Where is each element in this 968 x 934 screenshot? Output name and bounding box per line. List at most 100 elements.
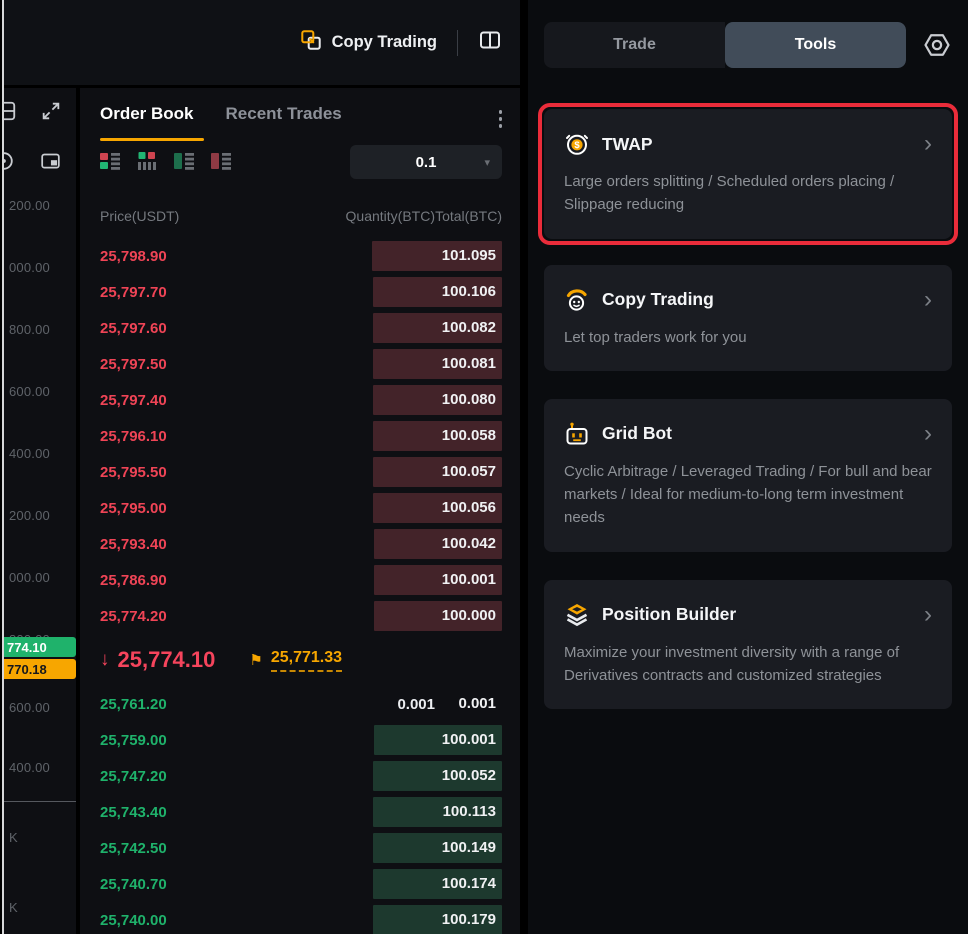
orderbook-bids: 25,761.200.0010.00125,759.00100.000100.0…	[80, 686, 520, 934]
total-value: 100.080	[442, 385, 496, 415]
bid-row[interactable]: 25,740.000.005100.179	[80, 902, 520, 934]
ask-row[interactable]: 25,797.600.001100.082	[80, 310, 520, 346]
tool-card-header: $TWAP›	[564, 131, 932, 157]
chevron-right-icon: ›	[924, 422, 932, 446]
bid-row[interactable]: 25,761.200.0010.001	[80, 686, 520, 722]
topbar-divider	[457, 30, 458, 56]
total-cell: 100.080	[372, 385, 502, 415]
ask-row[interactable]: 25,793.400.041100.042	[80, 526, 520, 562]
total-cell: 100.179	[372, 905, 502, 934]
price-axis-label: 200.00	[9, 198, 50, 213]
tool-card-title: Grid Bot	[602, 423, 672, 444]
combined-book-icon[interactable]	[100, 152, 120, 175]
tab-tools[interactable]: Tools	[725, 22, 906, 68]
volume-axis-label: K	[9, 900, 18, 915]
expand-icon[interactable]	[40, 100, 62, 127]
bid-row[interactable]: 25,740.700.025100.174	[80, 866, 520, 902]
tool-card-grid-bot[interactable]: Grid Bot › Cyclic Arbitrage / Leveraged Tr…	[544, 399, 952, 552]
orderbook-layout-icon[interactable]	[478, 28, 502, 57]
total-cell: 100.081	[372, 349, 502, 379]
total-cell: 101.095	[372, 241, 502, 271]
tool-card-header: Position Builder ›	[564, 602, 932, 628]
last-price-tag: 774.10	[4, 637, 76, 657]
ask-row[interactable]: 25,797.400.022100.080	[80, 382, 520, 418]
chevron-right-icon: ›	[924, 603, 932, 627]
ask-row[interactable]: 25,786.900.001100.001	[80, 562, 520, 598]
grid-bot-icon	[564, 421, 590, 447]
twap-clock-icon: $	[564, 131, 590, 157]
total-value: 100.082	[442, 313, 496, 343]
total-cell: 100.174	[372, 869, 502, 899]
ask-row[interactable]: 25,797.700.024100.106	[80, 274, 520, 310]
total-value: 100.001	[442, 565, 496, 595]
tool-card-description: Cyclic Arbitrage / Leveraged Trading / F…	[564, 460, 932, 530]
tool-card-position-builder[interactable]: Position Builder›Maximize your investmen…	[544, 580, 952, 710]
arrow-down-icon: ↓	[100, 649, 110, 671]
total-cell: 100.042	[372, 529, 502, 559]
ask-row[interactable]: 25,774.20100.000100.000	[80, 598, 520, 634]
total-value: 100.081	[442, 349, 496, 379]
flag-icon: ⚑	[249, 651, 262, 669]
asks-only-book-icon[interactable]	[211, 152, 231, 175]
total-cell: 100.082	[372, 313, 502, 343]
position-builder-icon	[564, 602, 590, 628]
bid-row[interactable]: 25,743.400.061100.113	[80, 794, 520, 830]
highlight-annotation-border: $TWAP› Large orders splitting / Scheduled…	[538, 103, 958, 245]
total-cell: 100.052	[372, 761, 502, 791]
bid-row[interactable]: 25,742.500.036100.149	[80, 830, 520, 866]
tool-card-copy-trading[interactable]: Copy Trading›Let top traders work for yo…	[544, 265, 952, 371]
last-price-row: ↓ 25,774.10 ⚑ 25,771.33	[80, 634, 520, 686]
price-axis-label: 200.00	[9, 508, 50, 523]
total-cell: 100.057	[372, 457, 502, 487]
bid-row[interactable]: 25,747.200.051100.052	[80, 758, 520, 794]
tab-order-book[interactable]: Order Book	[100, 104, 194, 124]
mark-price[interactable]: 25,771.33	[271, 649, 342, 672]
tab-trade[interactable]: Trade	[544, 22, 725, 68]
ask-row[interactable]: 25,795.000.014100.056	[80, 490, 520, 526]
ask-row[interactable]: 25,795.500.001100.057	[80, 454, 520, 490]
pane-layout-icon[interactable]	[4, 100, 17, 127]
copy-trading-label: Copy Trading	[332, 33, 437, 52]
gear-icon[interactable]	[922, 30, 952, 60]
total-cell: 100.001	[372, 725, 502, 755]
total-value: 100.149	[442, 833, 496, 863]
total-cell: 100.113	[372, 797, 502, 827]
screenshot-icon[interactable]	[40, 151, 61, 177]
trade-tools-segmented-control: Trade Tools	[544, 22, 906, 68]
split-columns-book-icon[interactable]	[137, 152, 157, 175]
tool-card-description: Large orders splitting / Scheduled order…	[564, 170, 932, 217]
tool-card-title: Position Builder	[602, 604, 736, 625]
kebab-menu-icon[interactable]	[497, 108, 505, 130]
chart-price-axis: 200.00000.00800.00600.00400.00200.00000.…	[4, 88, 76, 934]
total-value: 100.000	[442, 601, 496, 631]
tick-size-value: 0.1	[416, 154, 437, 171]
orderbook-column-headers: Price(USDT) Quantity(BTC) Total(BTC)	[80, 208, 520, 228]
column-total: Total(BTC)	[80, 208, 502, 224]
topbar: Copy Trading	[4, 0, 520, 85]
price-axis-label: 800.00	[9, 322, 50, 337]
tools-panel: Trade Tools $TWAP› Large orders splitting…	[528, 0, 968, 934]
bid-row[interactable]: 25,759.00100.000100.001	[80, 722, 520, 758]
chevron-right-icon: ›	[924, 132, 932, 156]
ask-row[interactable]: 25,798.900.989101.095	[80, 238, 520, 274]
copy-trading-button[interactable]: Copy Trading	[300, 29, 437, 56]
total-value: 100.042	[442, 529, 496, 559]
orderbook-asks: 25,798.900.989101.09525,797.700.024100.1…	[80, 238, 520, 634]
tick-size-dropdown[interactable]: 0.1 ▾	[350, 145, 502, 179]
tab-recent-trades[interactable]: Recent Trades	[226, 104, 342, 124]
tool-card-twap[interactable]: $TWAP› Large orders splitting / Scheduled…	[544, 109, 952, 239]
total-cell: 100.106	[372, 277, 502, 307]
ask-row[interactable]: 25,797.500.001100.081	[80, 346, 520, 382]
last-traded-price: 25,774.10	[118, 647, 216, 673]
price-axis-label: 600.00	[9, 384, 50, 399]
bids-only-book-icon[interactable]	[174, 152, 194, 175]
tool-cards: $TWAP› Large orders splitting / Scheduled…	[528, 103, 968, 709]
price-axis-label: 600.00	[9, 700, 50, 715]
total-cell: 0.001	[372, 689, 502, 719]
active-tab-underline	[100, 138, 204, 141]
total-value: 100.056	[442, 493, 496, 523]
volume-axis-label: K	[9, 830, 18, 845]
tag-icon[interactable]	[4, 150, 15, 177]
mark-price-tag: 770.18	[4, 659, 76, 679]
ask-row[interactable]: 25,796.100.001100.058	[80, 418, 520, 454]
